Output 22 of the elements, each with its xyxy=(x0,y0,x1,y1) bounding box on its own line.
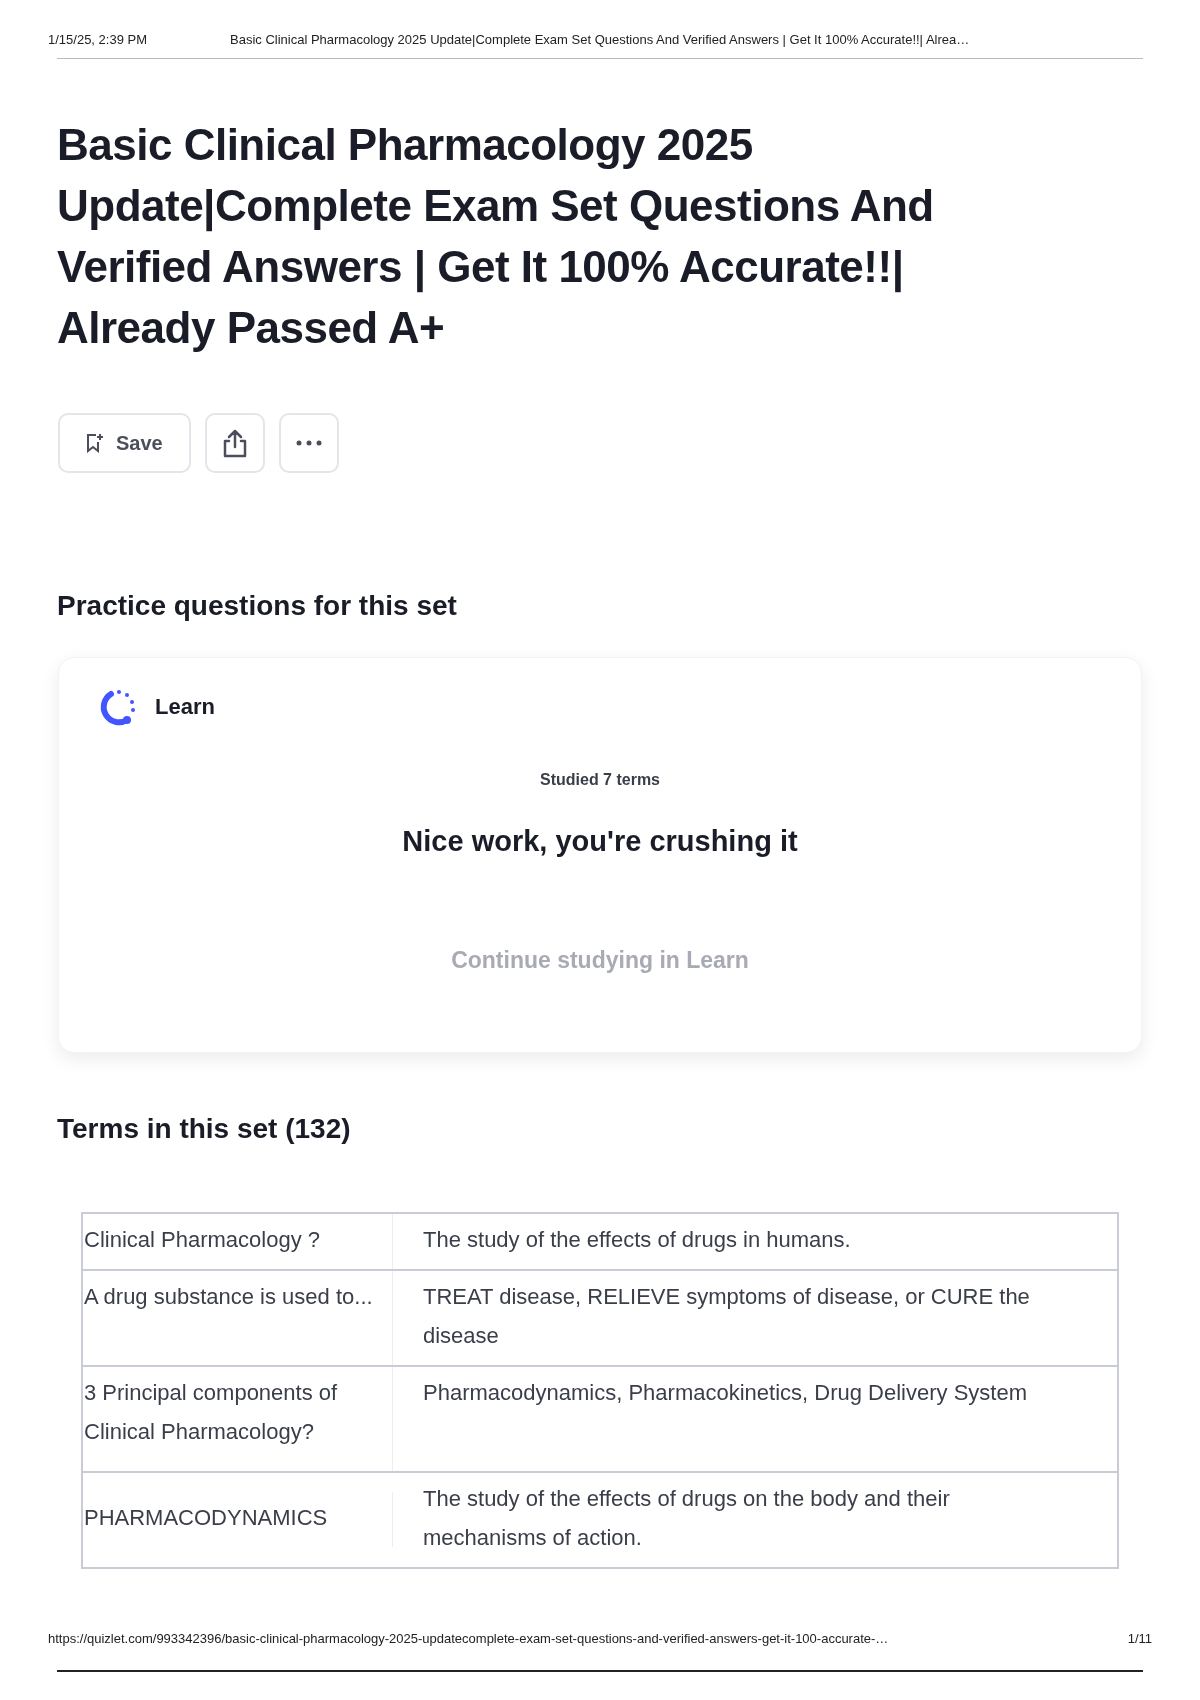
more-icon xyxy=(295,439,322,446)
print-title: Basic Clinical Pharmacology 2025 Update|Complete Exam Set Questions And Verified Answers | Get It 100% Accurate!!| Alrea… xyxy=(230,31,970,49)
term-cell: Clinical Pharmacology ? xyxy=(83,1213,393,1269)
share-button[interactable] xyxy=(204,412,265,473)
definition-cell-text: Pharmacodynamics, Pharmacokinetics, Drug Delivery System xyxy=(422,1378,1028,1407)
term-cell: PHARMACODYNAMICS xyxy=(83,1492,393,1547)
page-number: 1/11 xyxy=(1127,1629,1152,1648)
section-heading: Practice questions for this set xyxy=(57,588,458,623)
definition-cell-text: The study of the effects of drugs on the body and their mechanisms of action. xyxy=(422,1484,951,1552)
studied-count: Studied 7 terms xyxy=(540,769,660,790)
bookmark-icon xyxy=(86,432,104,453)
section-heading: Terms in this set (132) xyxy=(57,1111,352,1146)
save-button[interactable]: Save xyxy=(58,412,191,473)
page-title: Basic Clinical Pharmacology 2025 Update|Complete Exam Set Questions And Verified Answers | Get It 100% Accurate!!| Already Passed A+ xyxy=(57,118,935,354)
term-cell: A drug substance is used to... xyxy=(83,1270,393,1365)
print-url: https://quizlet.com/993342396/basic-clinical-pharmacology-2025-updatecomplete-exam-set-questions-and-verified-answers-get-it-100-accurate-… xyxy=(48,1629,890,1648)
print-date: 1/15/25, 2:39 PM xyxy=(48,31,148,49)
progress-message: Nice work, you're crushing it xyxy=(402,823,798,859)
term-cell: 3 Principal components of Clinical Pharmacology? xyxy=(83,1366,393,1471)
definition-cell-text: The study of the effects of drugs in humans. xyxy=(422,1225,852,1254)
definition-cell-text: TREAT disease, RELIEVE symptoms of disease, or CURE the disease xyxy=(422,1282,1031,1350)
learn-label: Learn xyxy=(155,693,215,721)
